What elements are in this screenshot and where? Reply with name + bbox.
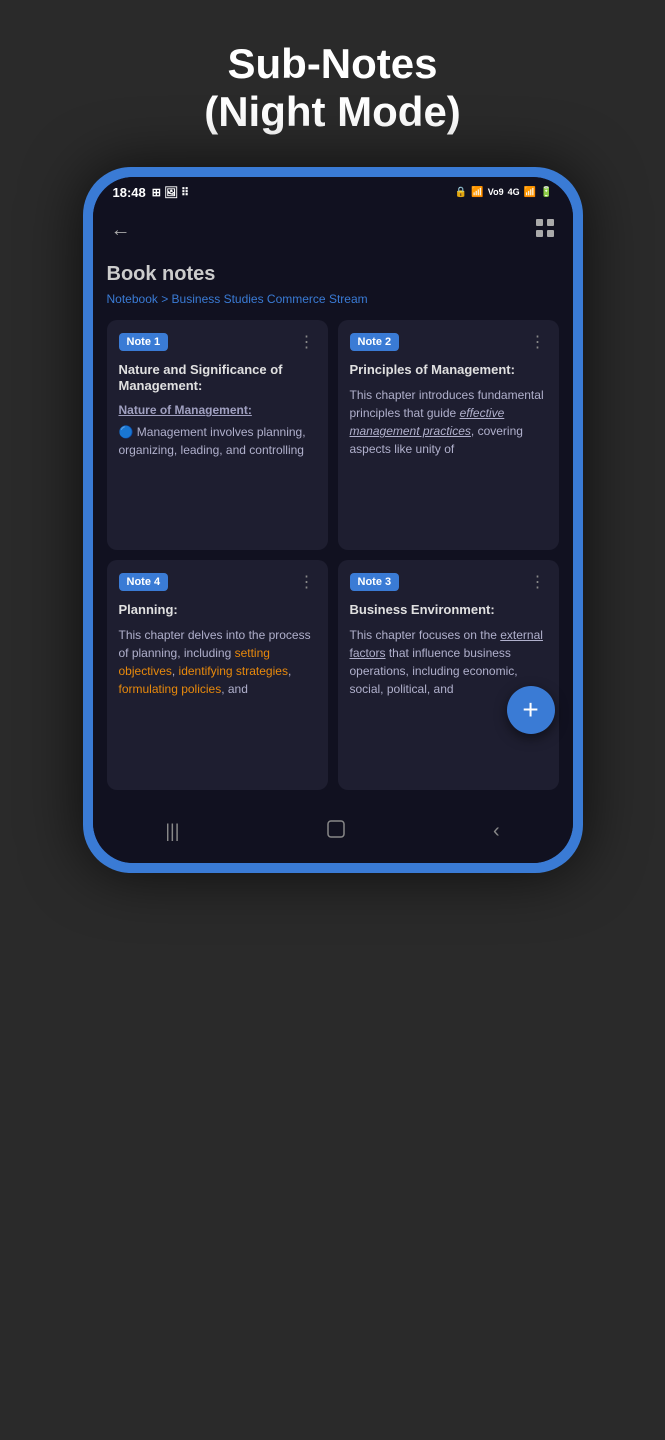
nav-back-icon[interactable]: ||| [165, 821, 179, 842]
app-bar: ← [93, 208, 573, 253]
note-1-menu[interactable]: ⋮ [299, 332, 316, 352]
note-card-2: Note 2 ⋮ Principles of Management: This … [338, 320, 559, 550]
content-area: Book notes Notebook > Business Studies C… [93, 253, 573, 804]
status-time: 18:48 [113, 185, 146, 200]
book-title: Book notes [107, 263, 559, 286]
phone-wrapper: 18:48 ⊞ 🖼 ⠿ 🔒 📶 Vo9 4G 📶 🔋 ← [83, 167, 583, 873]
status-right-icons: 🔒 📶 Vo9 4G 📶 🔋 [455, 187, 553, 198]
note-card-4: Note 4 ⋮ Planning: This chapter delves i… [107, 560, 328, 790]
page-title: Sub-Notes (Night Mode) [204, 40, 461, 137]
note-card-3: Note 3 ⋮ Business Environment: This chap… [338, 560, 559, 790]
fab-button[interactable]: + [507, 686, 555, 734]
nav-home-icon[interactable] [325, 818, 347, 845]
grid-view-button[interactable] [535, 218, 555, 243]
nav-recent-icon[interactable]: ‹ [493, 820, 500, 843]
note-2-badge: Note 2 [350, 333, 400, 351]
note-card-1: Note 1 ⋮ Nature and Significance of Mana… [107, 320, 328, 550]
note-4-badge: Note 4 [119, 573, 169, 591]
status-grid-icon: ⊞ 🖼 ⠿ [152, 186, 189, 199]
note-1-subtitle: Nature of Management: [119, 403, 316, 417]
note-4-menu[interactable]: ⋮ [299, 572, 316, 592]
back-button[interactable]: ← [111, 219, 131, 242]
note-2-menu[interactable]: ⋮ [530, 332, 547, 352]
note-1-body: 🔵 Management involves planning, organizi… [119, 423, 316, 459]
status-bar: 18:48 ⊞ 🖼 ⠿ 🔒 📶 Vo9 4G 📶 🔋 [93, 177, 573, 208]
note-3-title: Business Environment: [350, 602, 547, 619]
note-4-body: This chapter delves into the process of … [119, 626, 316, 698]
note-4-title: Planning: [119, 602, 316, 619]
note-3-menu[interactable]: ⋮ [530, 572, 547, 592]
breadcrumb: Notebook > Business Studies Commerce Str… [107, 292, 559, 306]
note-3-badge: Note 3 [350, 573, 400, 591]
note-1-title: Nature and Significance of Management: [119, 362, 316, 396]
note-1-badge: Note 1 [119, 333, 169, 351]
bottom-nav: ||| ‹ [93, 804, 573, 863]
phone-screen: 18:48 ⊞ 🖼 ⠿ 🔒 📶 Vo9 4G 📶 🔋 ← [93, 177, 573, 863]
note-3-body: This chapter focuses on the external fac… [350, 626, 547, 698]
note-2-body: This chapter introduces fundamental prin… [350, 386, 547, 458]
notes-grid: Note 1 ⋮ Nature and Significance of Mana… [107, 320, 559, 790]
note-2-title: Principles of Management: [350, 362, 547, 379]
